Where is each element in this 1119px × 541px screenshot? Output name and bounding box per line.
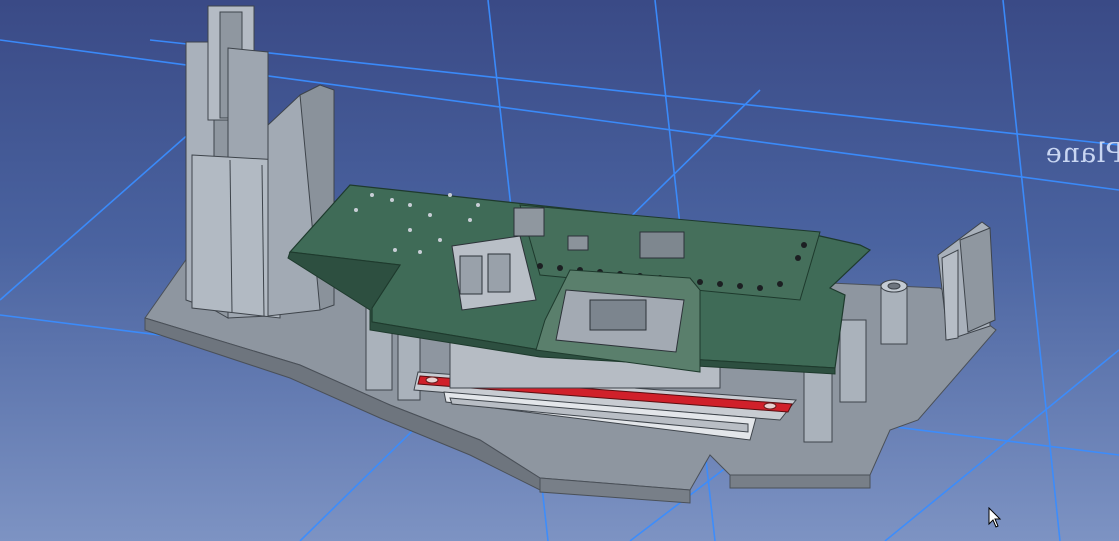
mouse-pointer-icon: [988, 507, 1002, 528]
3d-viewport[interactable]: Plane: [0, 0, 1119, 541]
right-bracket[interactable]: [937, 221, 996, 341]
plane-label: Plane: [1045, 138, 1119, 169]
cad-scene[interactable]: [0, 0, 1119, 541]
